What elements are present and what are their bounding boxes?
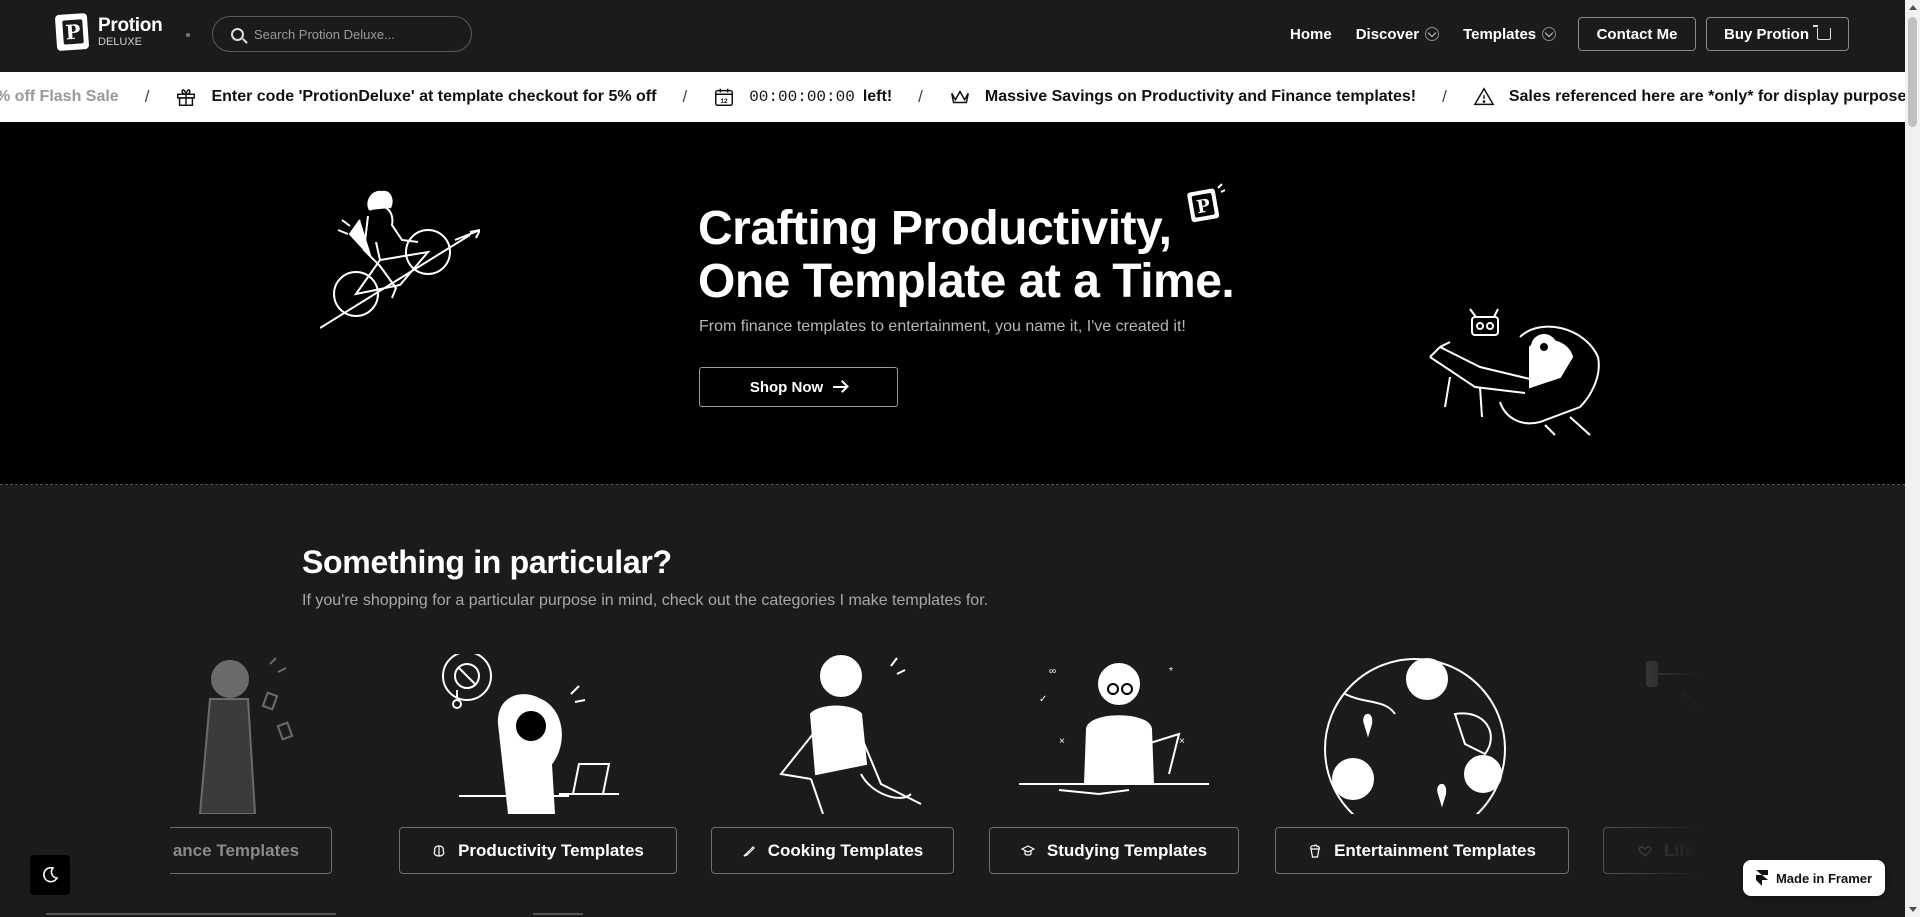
svg-text:*: * <box>1169 666 1173 677</box>
category-card-finance[interactable]: ance Templates <box>170 654 332 874</box>
page-scrollbar[interactable] <box>1905 0 1920 917</box>
scroll-up-arrow-icon[interactable] <box>1909 5 1917 10</box>
scroll-down-arrow-icon[interactable] <box>1909 907 1917 912</box>
category-card-productivity[interactable]: Productivity Templates <box>399 654 677 874</box>
hero-subtitle: From finance templates to entertainment,… <box>699 318 1186 335</box>
search-icon <box>231 27 244 41</box>
page: Protion DELUXE Search Protion Deluxe... … <box>0 0 1920 917</box>
hero-section: P Crafting Productivity, One Template at… <box>0 122 1905 485</box>
theme-toggle-button[interactable] <box>30 855 70 895</box>
logo-name: Protion <box>98 15 163 36</box>
shop-now-button[interactable]: Shop Now <box>699 367 898 407</box>
crown-icon <box>950 89 969 104</box>
warning-icon <box>1473 87 1495 106</box>
category-card-life[interactable]: Life <box>1603 654 1700 874</box>
category-button-cooking[interactable]: Cooking Templates <box>711 827 954 874</box>
svg-text:×: × <box>1179 736 1185 747</box>
made-in-framer-badge[interactable]: Made in Framer <box>1743 860 1885 896</box>
categories-title: Something in particular? <box>302 544 672 580</box>
ticker-code: Enter code 'ProtionDeluxe' at template c… <box>175 86 656 108</box>
scrollbar-thumb[interactable] <box>1908 17 1917 127</box>
top-navbar: Protion DELUXE Search Protion Deluxe... … <box>0 0 1905 72</box>
graduation-cap-icon <box>1020 844 1035 856</box>
ticker-disclaimer: Sales referenced here are *only* for dis… <box>1473 86 1905 108</box>
chevron-down-icon <box>1542 27 1557 41</box>
gift-icon <box>177 89 196 106</box>
promo-ticker: % off Flash Sale / Enter code 'ProtionDe… <box>0 72 1905 122</box>
search-placeholder: Search Protion Deluxe... <box>254 26 395 42</box>
nav-link-home[interactable]: Home <box>1290 26 1332 43</box>
framer-logo-icon <box>1755 870 1768 886</box>
nav-link-templates[interactable]: Templates <box>1463 26 1557 43</box>
category-button-studying[interactable]: Studying Templates <box>989 827 1239 874</box>
category-button-finance[interactable]: ance Templates <box>170 827 332 874</box>
relaxing-person-illustration <box>1429 308 1600 436</box>
search-input[interactable]: Search Protion Deluxe... <box>212 16 472 52</box>
arrow-right-icon <box>833 386 848 388</box>
category-card-cooking[interactable]: Cooking Templates <box>711 654 954 874</box>
finance-illustration <box>198 657 294 814</box>
chevron-down-icon <box>1425 27 1440 41</box>
calendar-icon: 12 <box>715 88 734 106</box>
category-card-entertainment[interactable]: Entertainment Templates <box>1275 654 1569 874</box>
logo-subtitle: DELUXE <box>98 36 143 48</box>
popcorn-icon <box>1310 844 1321 858</box>
nav-divider-dot <box>186 33 190 37</box>
divider-line <box>46 913 336 915</box>
logo[interactable]: Protion DELUXE <box>54 12 163 52</box>
knife-icon <box>743 845 755 857</box>
svg-text:12: 12 <box>721 98 729 105</box>
svg-text:✓: ✓ <box>1039 694 1047 705</box>
cart-icon <box>1813 25 1831 40</box>
entertainment-illustration <box>1324 658 1506 814</box>
category-button-life[interactable]: Life <box>1603 827 1700 874</box>
ticker-timer: 12 00:00:00:00 left! <box>713 86 892 108</box>
category-button-productivity[interactable]: Productivity Templates <box>399 827 677 874</box>
categories-subtitle: If you're shopping for a particular purp… <box>302 592 989 609</box>
productivity-illustration <box>442 654 619 814</box>
divider-line <box>533 913 583 915</box>
category-button-entertainment[interactable]: Entertainment Templates <box>1275 827 1569 874</box>
contact-me-button[interactable]: Contact Me <box>1578 17 1696 51</box>
category-card-studying[interactable]: ✓ * × × ∞ Studying Templates <box>989 654 1239 874</box>
svg-text:×: × <box>1059 736 1065 747</box>
buy-protion-button[interactable]: Buy Protion <box>1706 17 1849 51</box>
cyclist-illustration <box>320 190 480 329</box>
ticker-savings: Massive Savings on Productivity and Fina… <box>949 86 1416 108</box>
categories-section: Something in particular? If you're shopp… <box>0 486 1905 917</box>
brain-icon <box>433 844 445 857</box>
hero-title: Crafting Productivity, One Template at a… <box>698 202 1235 308</box>
studying-illustration: ✓ * × × ∞ <box>1019 663 1209 796</box>
moon-icon <box>43 866 59 883</box>
cooking-illustration <box>779 655 922 814</box>
heart-icon <box>1638 845 1652 857</box>
categories-carousel: ance Templates Productivity Templates Co… <box>170 654 1700 874</box>
svg-text:∞: ∞ <box>1049 666 1056 677</box>
protion-logo-icon <box>54 12 90 52</box>
nav-links: Home Discover Templates <box>1290 0 1557 68</box>
ticker-flash-sale: % off Flash Sale <box>0 88 119 105</box>
nav-link-discover[interactable]: Discover <box>1356 26 1440 43</box>
life-illustration <box>1646 661 1700 716</box>
